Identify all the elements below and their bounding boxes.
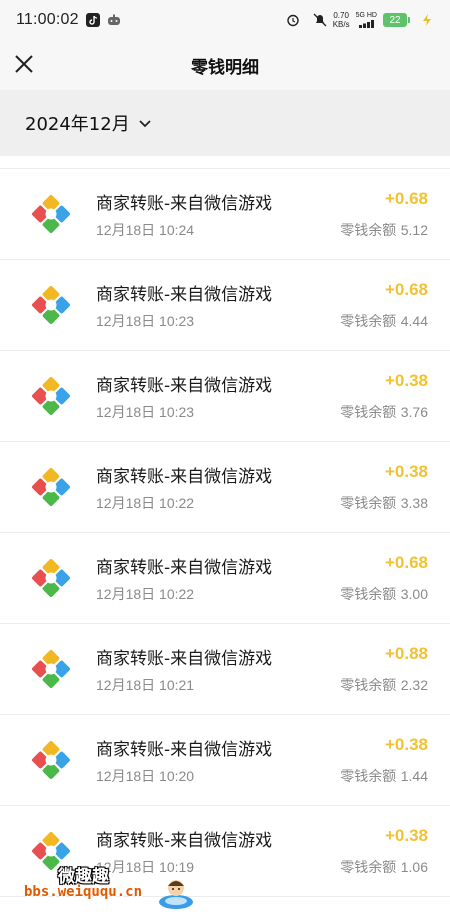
transaction-row[interactable]: 商家转账-来自微信游戏 12月18日 10:23 +0.68 零钱余额 4.44: [0, 260, 450, 351]
battery-level: 22: [389, 14, 401, 26]
transaction-amount: +0.38: [384, 735, 428, 754]
battery-indicator: 22: [383, 13, 410, 27]
transaction-list[interactable]: 商家转账-来自微信游戏 12月18日 10:24 +0.68 零钱余额 5.12…: [0, 156, 450, 920]
month-label: 2024年12月: [25, 114, 130, 135]
net-speed-unit: KB/s: [332, 20, 350, 29]
balance-value: 3.76: [400, 404, 428, 420]
balance-label: 零钱余额: [340, 496, 397, 512]
transaction-date: 12月18日 10:20: [96, 768, 195, 784]
transaction-amount: +0.38: [384, 826, 428, 845]
wechat-game-logo-icon: [32, 377, 70, 415]
transaction-balance: 零钱余额 2.32: [340, 675, 428, 695]
transaction-amount: +0.68: [384, 189, 428, 208]
transaction-row[interactable]: 商家转账-来自微信游戏 12月18日 10:22 +0.68 零钱余额 3.00: [0, 533, 450, 624]
wechat-game-logo-icon: [32, 195, 70, 233]
balance-value: 4.44: [400, 313, 428, 329]
transaction-row[interactable]: 商家转账-来自微信游戏 12月18日 10:20 +0.38 零钱余额 1.44: [0, 715, 450, 806]
transaction-amount: +0.88: [384, 644, 428, 663]
status-right: 0.70 KB/s 5G HD 22: [279, 11, 434, 29]
tiktok-icon: [85, 13, 100, 27]
game-controller-icon: [107, 14, 120, 25]
transaction-date: 12月18日 10:23: [96, 313, 195, 329]
balance-value: 2.32: [400, 677, 428, 693]
transaction-amount: +0.38: [384, 462, 428, 481]
balance-label: 零钱余额: [340, 678, 397, 694]
transaction-name: 商家转账-来自微信游戏: [96, 285, 273, 305]
transaction-row[interactable]: 商家转账-来自微信游戏 12月18日 10:21 +0.88 零钱余额 2.32: [0, 624, 450, 715]
transaction-balance: 零钱余额 1.06: [340, 857, 428, 877]
nav-bar: 零钱明细: [0, 40, 450, 90]
transaction-date: 12月18日 10:21: [96, 677, 195, 693]
alarm-icon: [286, 14, 299, 27]
transaction-name: 商家转账-来自微信游戏: [96, 376, 273, 396]
balance-value: 1.06: [400, 859, 428, 875]
net-speed: 0.70 KB/s: [333, 11, 350, 29]
transaction-amount: +0.68: [384, 280, 428, 299]
transaction-name: 商家转账-来自微信游戏: [96, 558, 273, 578]
transaction-row[interactable]: 商家转账-来自微信游戏 12月18日 10:22 +0.38 零钱余额 3.38: [0, 442, 450, 533]
balance-label: 零钱余额: [340, 405, 397, 421]
transaction-balance: 零钱余额 1.44: [340, 766, 428, 786]
watermark: 微趣趣 bbs.weiququ.cn: [24, 862, 199, 914]
page-title: 零钱明细: [191, 57, 259, 78]
transaction-amount: +0.68: [384, 553, 428, 572]
charging-icon: [423, 14, 431, 26]
transaction-rows: 商家转账-来自微信游戏 12月18日 10:24 +0.68 零钱余额 5.12…: [0, 169, 450, 897]
balance-label: 零钱余额: [340, 860, 397, 876]
transaction-name: 商家转账-来自微信游戏: [96, 740, 273, 760]
transaction-date: 12月18日 10:24: [96, 222, 195, 238]
list-top-edge: [0, 156, 450, 169]
chevron-down-icon: [139, 120, 151, 128]
transaction-date: 12月18日 10:22: [96, 586, 195, 602]
transaction-name: 商家转账-来自微信游戏: [96, 194, 273, 214]
network-type: 5G HD: [355, 12, 377, 19]
close-icon[interactable]: [12, 52, 36, 76]
transaction-amount: +0.38: [384, 371, 428, 390]
transaction-name: 商家转账-来自微信游戏: [96, 649, 273, 669]
balance-label: 零钱余额: [340, 769, 397, 785]
month-filter[interactable]: 2024年12月: [0, 90, 450, 156]
balance-value: 1.44: [400, 768, 428, 784]
transaction-balance: 零钱余额 4.44: [340, 311, 428, 331]
transaction-row[interactable]: 商家转账-来自微信游戏 12月18日 10:24 +0.68 零钱余额 5.12: [0, 169, 450, 260]
transaction-name: 商家转账-来自微信游戏: [96, 831, 273, 851]
transaction-name: 商家转账-来自微信游戏: [96, 467, 273, 487]
balance-value: 3.38: [400, 495, 428, 511]
transaction-row[interactable]: 商家转账-来自微信游戏 12月18日 10:23 +0.38 零钱余额 3.76: [0, 351, 450, 442]
transaction-balance: 零钱余额 5.12: [340, 220, 428, 240]
transaction-date: 12月18日 10:22: [96, 495, 195, 511]
balance-value: 5.12: [400, 222, 428, 238]
network-indicator: 5G HD: [356, 12, 377, 28]
wechat-game-logo-icon: [32, 650, 70, 688]
wechat-game-logo-icon: [32, 741, 70, 779]
watermark-url: bbs.weiququ.cn: [24, 884, 143, 900]
status-bar: 11:00:02 0.70 KB/s 5G HD 22: [0, 0, 450, 40]
net-speed-value: 0.70: [333, 11, 349, 20]
balance-label: 零钱余额: [340, 223, 397, 239]
wechat-game-logo-icon: [32, 559, 70, 597]
wechat-game-logo-icon: [32, 286, 70, 324]
balance-label: 零钱余额: [340, 587, 397, 603]
transaction-date: 12月18日 10:23: [96, 404, 195, 420]
wechat-game-logo-icon: [32, 468, 70, 506]
transaction-balance: 零钱余额 3.38: [340, 493, 428, 513]
balance-value: 3.00: [400, 586, 428, 602]
balance-label: 零钱余额: [340, 314, 397, 330]
signal-icon: [359, 20, 374, 28]
transaction-balance: 零钱余额 3.76: [340, 402, 428, 422]
mute-bell-icon: [313, 13, 327, 27]
status-time: 11:00:02: [16, 11, 79, 28]
transaction-balance: 零钱余额 3.00: [340, 584, 428, 604]
watermark-mascot-icon: [159, 880, 193, 909]
